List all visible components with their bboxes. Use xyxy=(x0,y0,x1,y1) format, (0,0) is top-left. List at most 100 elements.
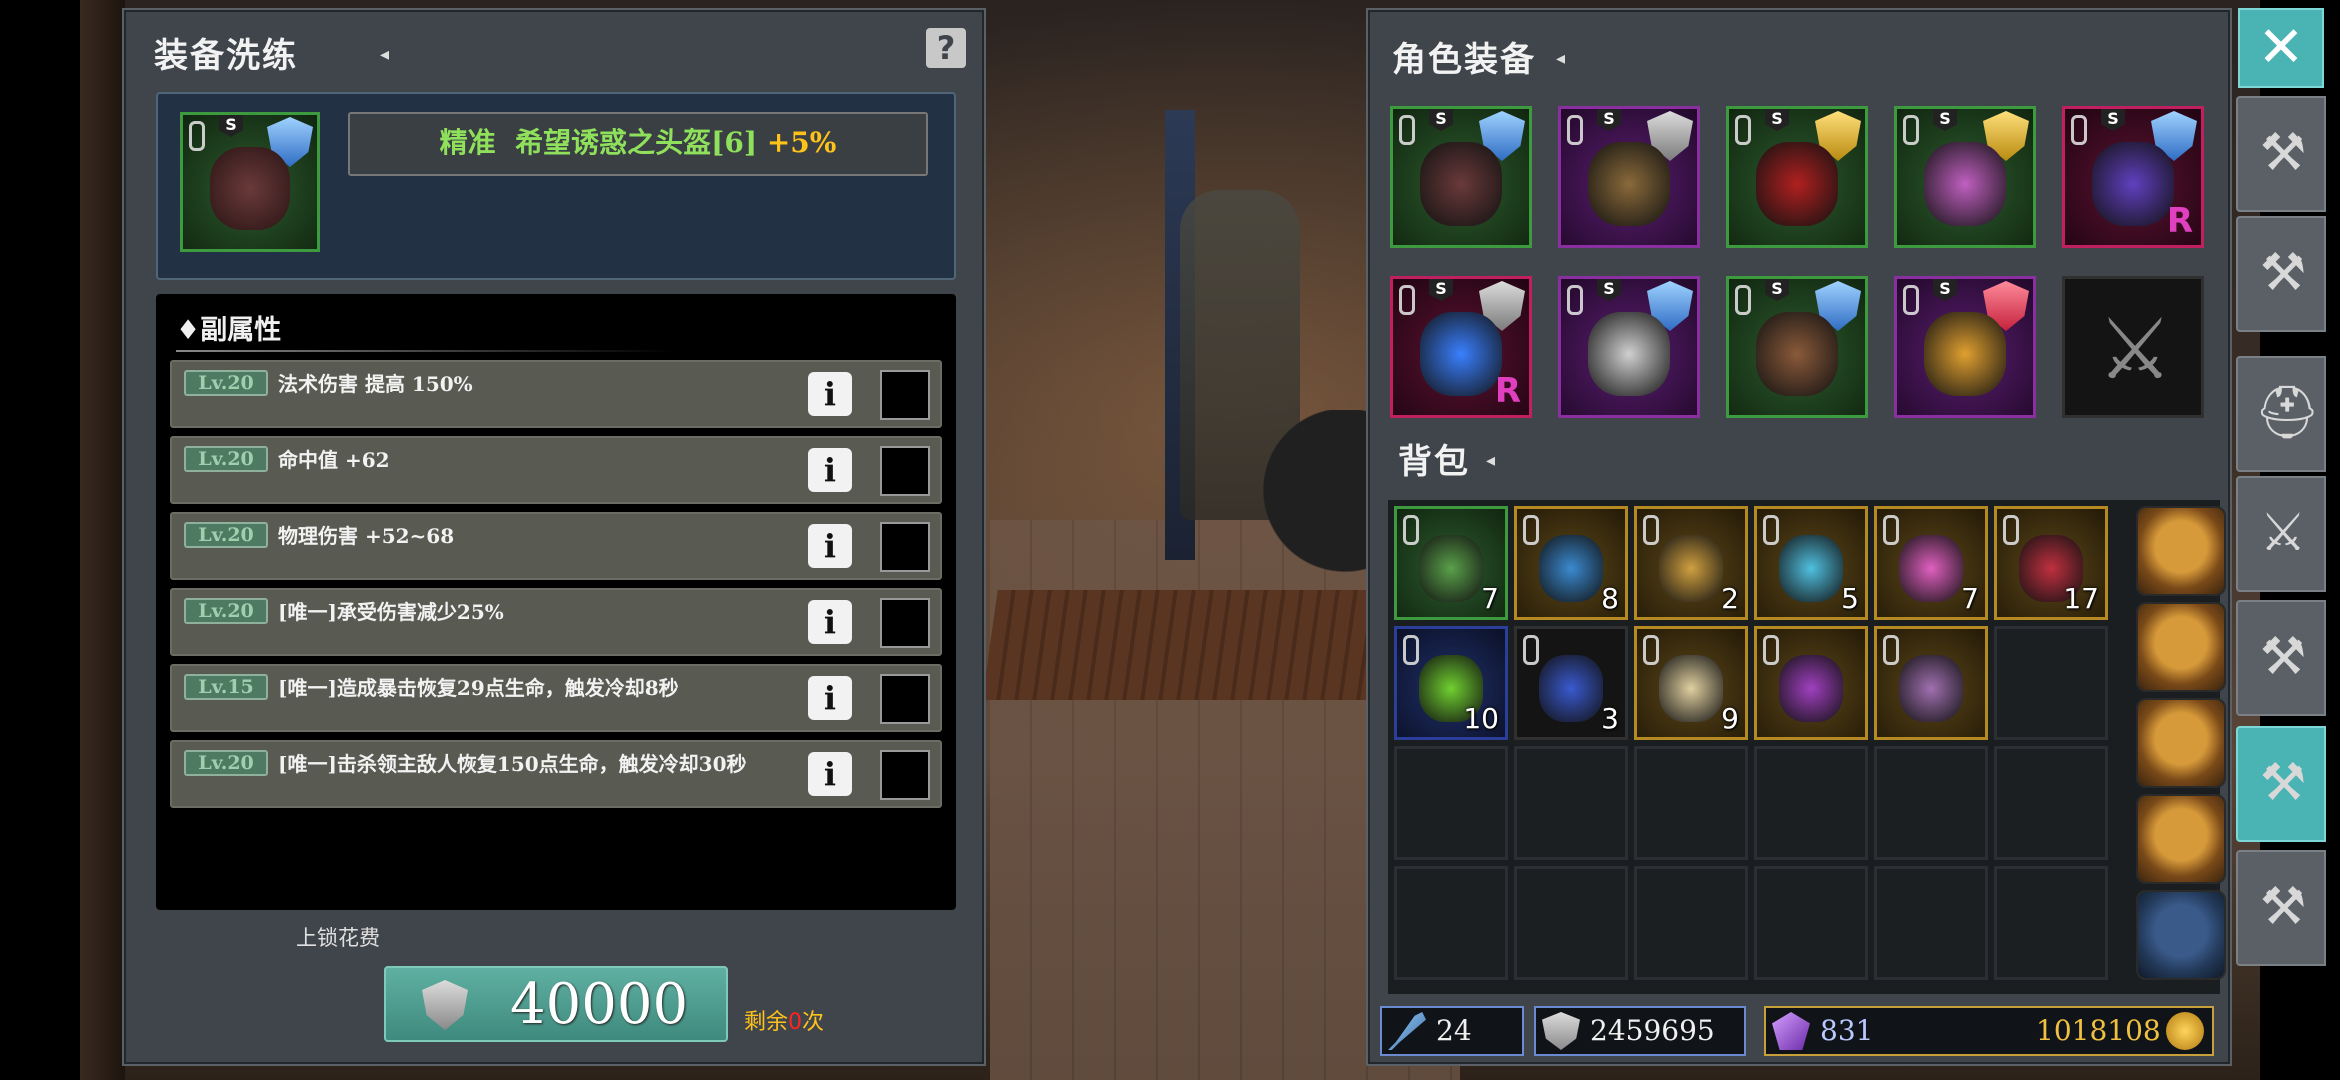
lock-checkbox[interactable] xyxy=(880,446,930,496)
staff-icon xyxy=(2092,141,2174,226)
attr-row: Lv.20 [唯一]承受伤害减少25% i xyxy=(170,588,942,656)
bag-item-herb-jar[interactable]: 7 xyxy=(1394,506,1508,620)
equip-slot-helmet[interactable]: S xyxy=(1390,106,1532,248)
anvil-tab[interactable]: ⚒ xyxy=(2236,216,2326,332)
bag-slot-empty[interactable] xyxy=(1394,866,1508,980)
bag-slot-empty[interactable] xyxy=(1754,866,1868,980)
grade-badge: S xyxy=(1597,109,1621,131)
bag-tab-4[interactable] xyxy=(2136,794,2226,884)
info-button[interactable]: i xyxy=(808,676,852,720)
equip-slot-gloves[interactable]: S xyxy=(1558,276,1700,418)
info-button[interactable]: i xyxy=(808,448,852,492)
blue-flask-icon xyxy=(1538,654,1604,722)
attr-level: Lv.20 xyxy=(184,750,268,776)
crossed-hammer-tab[interactable]: ⚒ xyxy=(2236,850,2326,966)
equip-slot-necklace[interactable]: SR xyxy=(1390,276,1532,418)
bag-item-blue-scroll[interactable]: 8 xyxy=(1514,506,1628,620)
wand-icon xyxy=(1388,1012,1426,1050)
item-name-bar: 精准 希望诱惑之头盔[6] +5% xyxy=(348,112,928,176)
lock-icon xyxy=(1643,515,1659,545)
armor-icon xyxy=(1588,141,1670,226)
bag-item-purple-gem[interactable] xyxy=(1754,626,1868,740)
info-button[interactable]: i xyxy=(808,372,852,416)
lock-checkbox[interactable] xyxy=(880,370,930,420)
equip-slot-boots[interactable]: S xyxy=(1726,276,1868,418)
shard-icon xyxy=(1542,1012,1580,1050)
bag-slot-empty[interactable] xyxy=(1634,866,1748,980)
lock-checkbox[interactable] xyxy=(880,750,930,800)
bag-tab-2[interactable] xyxy=(2136,602,2226,692)
help-button[interactable]: ? xyxy=(926,28,966,68)
bag-slot-empty[interactable] xyxy=(1514,866,1628,980)
bag-item-blue-potion[interactable]: 5 xyxy=(1754,506,1868,620)
crystal-value: 831 xyxy=(1820,1014,1874,1047)
inventory-panel: 角色装备 ◂ S S S S S R S R S S S ⚔ 背包 ◂ 7 8 2 5 7 17 10 3 9 24 … xyxy=(1366,8,2232,1066)
refine-title: 装备洗练 xyxy=(154,36,298,76)
info-button[interactable]: i xyxy=(808,600,852,644)
close-button[interactable]: ✕ xyxy=(2238,8,2324,88)
item-quality: 精准 xyxy=(439,126,496,159)
rarity-mark: R xyxy=(2166,201,2193,241)
grade-badge: S xyxy=(1765,109,1789,131)
attr-row: Lv.20 [唯一]击杀领主敌人恢复150点生命，触发冷却30秒 i xyxy=(170,740,942,808)
lock-cost-button[interactable]: 40000 xyxy=(384,966,728,1042)
helmet-tab[interactable]: ⛑ xyxy=(2236,356,2326,472)
remaining-count: 剩余0次 xyxy=(744,1004,824,1036)
bag-item-red-vial[interactable]: 17 xyxy=(1994,506,2108,620)
info-button[interactable]: i xyxy=(808,752,852,796)
bag-item-sand-pile[interactable]: 9 xyxy=(1634,626,1748,740)
bag-item-pink-potion[interactable]: 7 xyxy=(1874,506,1988,620)
hammer-plus-tab[interactable]: ⚒ xyxy=(2236,600,2326,716)
bag-slot-empty[interactable] xyxy=(1874,866,1988,980)
bag-slot-empty[interactable] xyxy=(1754,746,1868,860)
bag-item-blue-flask[interactable]: 3 xyxy=(1514,626,1628,740)
sword-shield-tab[interactable]: ⚔ xyxy=(2236,476,2326,592)
equip-slot-ring2[interactable]: S xyxy=(1894,276,2036,418)
lock-checkbox[interactable] xyxy=(880,522,930,572)
bag-slot-empty[interactable] xyxy=(1634,746,1748,860)
wand-value: 24 xyxy=(1436,1014,1472,1047)
helmet-icon xyxy=(209,147,291,231)
refine-tab[interactable]: ⚒ xyxy=(2236,726,2326,842)
lock-icon xyxy=(1903,285,1919,315)
bag-title: 背包 xyxy=(1398,442,1470,482)
equip-slot-weapon-empty[interactable]: ⚔ xyxy=(2062,276,2204,418)
cost-value: 40000 xyxy=(510,972,689,1037)
item-count: 17 xyxy=(2063,582,2099,615)
attr-level: Lv.20 xyxy=(184,598,268,624)
info-button[interactable]: i xyxy=(808,524,852,568)
bag-tab-5[interactable] xyxy=(2136,890,2226,980)
equip-slot-cloak[interactable]: S xyxy=(1726,106,1868,248)
shard-icon xyxy=(422,980,468,1030)
bag-slot-empty[interactable] xyxy=(1874,746,1988,860)
lock-icon xyxy=(1399,115,1415,145)
lock-checkbox[interactable] xyxy=(880,674,930,724)
lock-checkbox[interactable] xyxy=(880,598,930,648)
divider xyxy=(176,350,676,352)
attr-level: Lv.15 xyxy=(184,674,268,700)
equip-slot-armor[interactable]: S xyxy=(1558,106,1700,248)
item-enhance: +5% xyxy=(766,126,837,159)
lock-icon xyxy=(1399,285,1415,315)
bag-item-yellow-scroll[interactable]: 2 xyxy=(1634,506,1748,620)
sword-icon: ⚔ xyxy=(2097,300,2173,398)
bag-tab-1[interactable] xyxy=(2136,506,2226,596)
shard-currency: 2459695 xyxy=(1534,1006,1746,1056)
bag-slot-empty[interactable] xyxy=(1994,866,2108,980)
item-count: 7 xyxy=(1961,582,1979,615)
selected-item-icon[interactable]: S xyxy=(180,112,320,252)
bag-item-purple-dagger[interactable] xyxy=(1874,626,1988,740)
bag-slot-empty[interactable] xyxy=(1394,746,1508,860)
bag-slot-empty[interactable] xyxy=(1994,626,2108,740)
attr-level: Lv.20 xyxy=(184,522,268,548)
title-arrow-icon: ◂ xyxy=(1556,48,1566,69)
bag-item-green-potion[interactable]: 10 xyxy=(1394,626,1508,740)
hammer-tab[interactable]: ⚒ xyxy=(2236,96,2326,212)
equip-slot-staff[interactable]: SR xyxy=(2062,106,2204,248)
grade-badge: S xyxy=(1429,109,1453,131)
bag-tab-3[interactable] xyxy=(2136,698,2226,788)
equip-slot-ring[interactable]: S xyxy=(1894,106,2036,248)
bag-slot-empty[interactable] xyxy=(1994,746,2108,860)
grade-badge: S xyxy=(219,115,243,137)
bag-slot-empty[interactable] xyxy=(1514,746,1628,860)
